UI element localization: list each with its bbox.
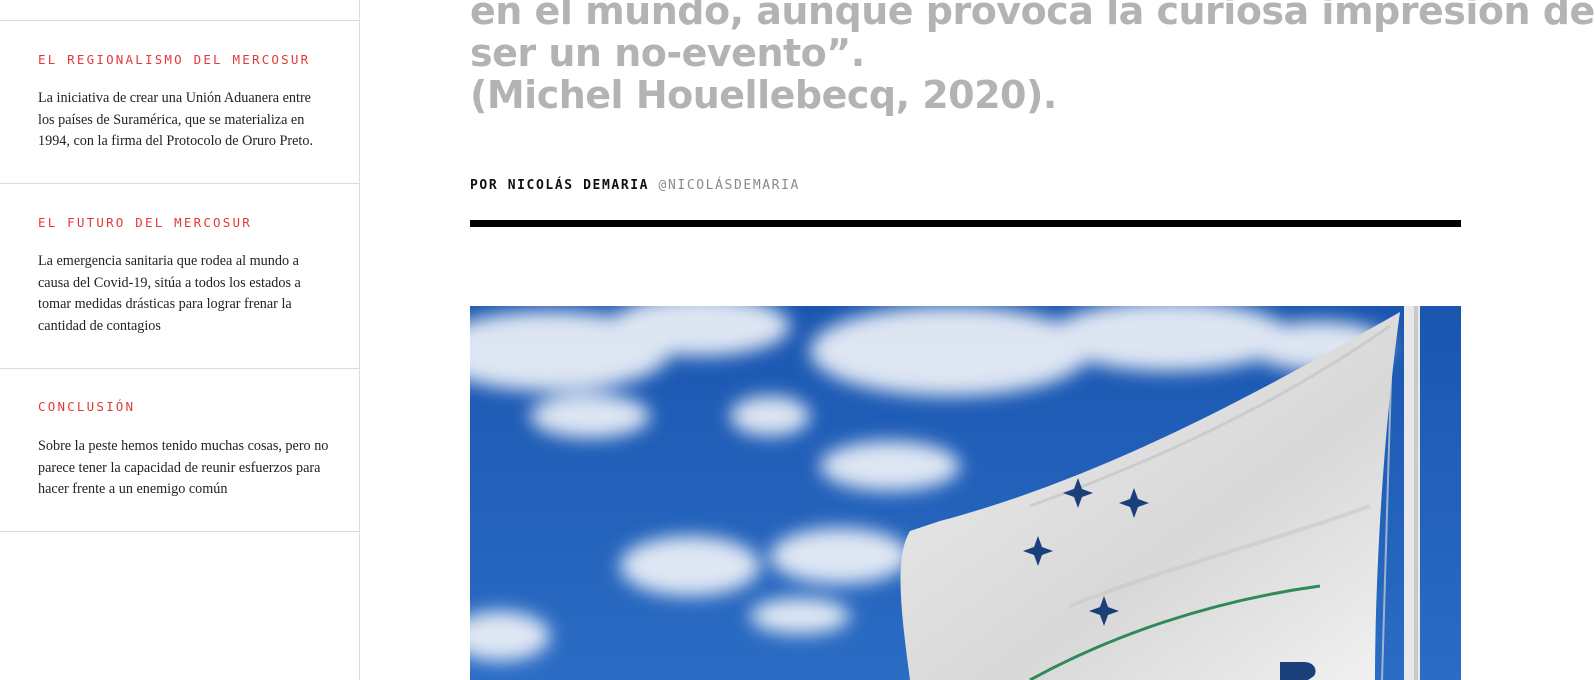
sidebar-item-title[interactable]: CONCLUSIÓN: [38, 399, 135, 414]
quote-line: ser un no-evento”.: [470, 31, 865, 75]
sidebar-item-title[interactable]: EL FUTURO DEL MERCOSUR: [38, 215, 252, 230]
sidebar-item-description: La emergencia sanitaria que rodea al mun…: [38, 253, 301, 334]
author-handle-link[interactable]: @NICOLÁSDEMARIA: [659, 178, 800, 193]
byline: POR NICOLÁS DEMARIA @NICOLÁSDEMARIA: [470, 178, 800, 193]
sidebar-item-title[interactable]: EL REGIONALISMO DEL MERCOSUR: [38, 52, 310, 67]
sidebar-item-description: Sobre la peste hemos tenido muchas cosas…: [38, 438, 329, 497]
byline-author: POR NICOLÁS DEMARIA: [470, 178, 650, 193]
hero-image-mercosur-flag: [470, 306, 1461, 680]
quote-line: en el mundo, aunque provoca la curiosa i…: [470, 0, 1595, 33]
sidebar-nav: EL REGIONALISMO DEL MERCOSUR La iniciati…: [0, 0, 360, 680]
sidebar-item-regionalismo[interactable]: EL REGIONALISMO DEL MERCOSUR La iniciati…: [0, 21, 359, 184]
sidebar-item-futuro[interactable]: EL FUTURO DEL MERCOSUR La emergencia san…: [0, 184, 359, 369]
pull-quote: en el mundo, aunque provoca la curiosa i…: [470, 0, 1595, 117]
sidebar-item-conclusion[interactable]: CONCLUSIÓN Sobre la peste hemos tenido m…: [0, 369, 359, 532]
section-divider: [470, 220, 1461, 227]
sidebar-item-description: La iniciativa de crear una Unión Aduaner…: [38, 90, 314, 149]
flag-illustration: [470, 306, 1461, 680]
quote-line: (Michel Houellebecq, 2020).: [470, 73, 1057, 117]
